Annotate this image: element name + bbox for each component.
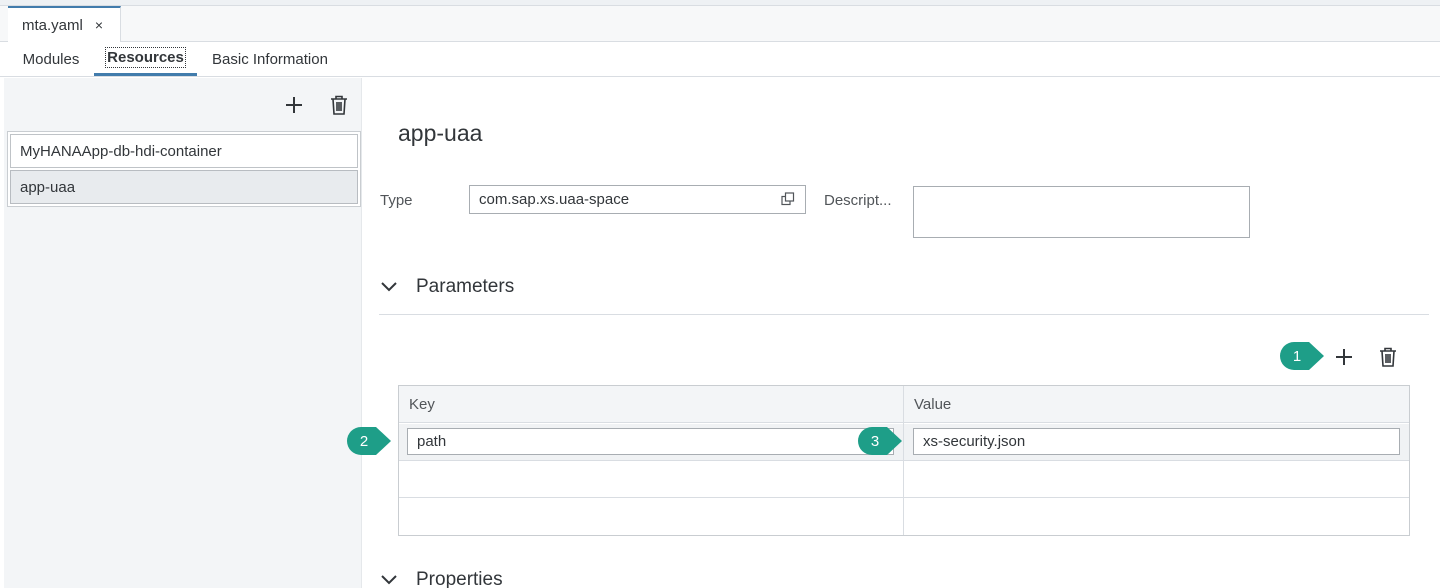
resource-list: MyHANAApp-db-hdi-container app-uaa bbox=[7, 131, 361, 207]
add-resource-button[interactable] bbox=[281, 92, 307, 118]
resource-detail: app-uaa Type com.sap.xs.uaa-space Descri… bbox=[363, 78, 1440, 588]
page-title: app-uaa bbox=[398, 120, 483, 146]
plus-icon bbox=[286, 97, 302, 113]
column-header-key: Key bbox=[399, 386, 903, 423]
resources-sidebar: MyHANAApp-db-hdi-container app-uaa bbox=[4, 78, 362, 588]
properties-section-header[interactable]: Properties bbox=[379, 569, 503, 588]
callout-marker-2: 2 bbox=[346, 426, 392, 456]
list-item[interactable]: MyHANAApp-db-hdi-container bbox=[10, 134, 358, 168]
delete-resource-button[interactable] bbox=[326, 92, 352, 118]
close-icon[interactable]: × bbox=[95, 17, 103, 33]
value-help-icon[interactable] bbox=[781, 192, 795, 206]
editor-tabs: Modules Resources Basic Information bbox=[0, 42, 1440, 77]
parameters-table: Key Value path xs-security.json bbox=[398, 385, 1410, 536]
type-label: Type bbox=[380, 192, 413, 209]
file-tab-label: mta.yaml bbox=[22, 16, 83, 34]
tab-resources-label: Resources bbox=[105, 47, 186, 68]
properties-heading: Properties bbox=[416, 569, 503, 588]
tab-basic-information-label: Basic Information bbox=[212, 50, 328, 68]
description-label: Descript... bbox=[824, 192, 892, 209]
resource-name: app-uaa bbox=[20, 178, 76, 196]
parameter-key-input[interactable]: path bbox=[407, 428, 894, 455]
description-field[interactable] bbox=[913, 186, 1250, 238]
callout-number: 2 bbox=[359, 432, 369, 450]
table-row[interactable] bbox=[399, 461, 1409, 498]
type-value: com.sap.xs.uaa-space bbox=[479, 191, 630, 208]
tab-modules-label: Modules bbox=[22, 50, 80, 68]
delete-parameter-button[interactable] bbox=[1375, 344, 1401, 370]
resource-name: MyHANAApp-db-hdi-container bbox=[20, 142, 222, 160]
table-row[interactable]: path xs-security.json bbox=[399, 424, 1409, 461]
chevron-down-icon bbox=[381, 575, 397, 585]
section-divider bbox=[379, 314, 1429, 315]
tab-modules[interactable]: Modules bbox=[8, 42, 94, 76]
parameters-heading: Parameters bbox=[416, 276, 515, 297]
type-field[interactable]: com.sap.xs.uaa-space bbox=[469, 185, 806, 214]
parameter-value-input[interactable]: xs-security.json bbox=[913, 428, 1400, 455]
file-tab-bar: mta.yaml × bbox=[0, 6, 1440, 42]
column-header-value: Value bbox=[904, 386, 1409, 423]
trash-icon bbox=[331, 95, 347, 115]
plus-icon bbox=[1336, 349, 1352, 365]
trash-icon bbox=[1380, 347, 1396, 367]
parameter-key: path bbox=[417, 433, 447, 450]
callout-marker-3: 3 bbox=[857, 426, 903, 456]
table-row[interactable] bbox=[399, 498, 1409, 535]
parameter-value: xs-security.json bbox=[923, 433, 1026, 450]
list-item[interactable]: app-uaa bbox=[10, 170, 358, 204]
tab-resources[interactable]: Resources bbox=[94, 42, 197, 76]
callout-number: 3 bbox=[870, 432, 880, 450]
add-parameter-button[interactable] bbox=[1331, 344, 1357, 370]
callout-marker-1: 1 bbox=[1279, 341, 1325, 371]
tab-basic-information[interactable]: Basic Information bbox=[203, 42, 337, 76]
parameters-section-header[interactable]: Parameters bbox=[379, 276, 514, 298]
chevron-down-icon bbox=[381, 282, 397, 292]
callout-number: 1 bbox=[1292, 347, 1302, 365]
file-tab-mta-yaml[interactable]: mta.yaml × bbox=[8, 6, 121, 42]
column-divider bbox=[903, 386, 904, 535]
